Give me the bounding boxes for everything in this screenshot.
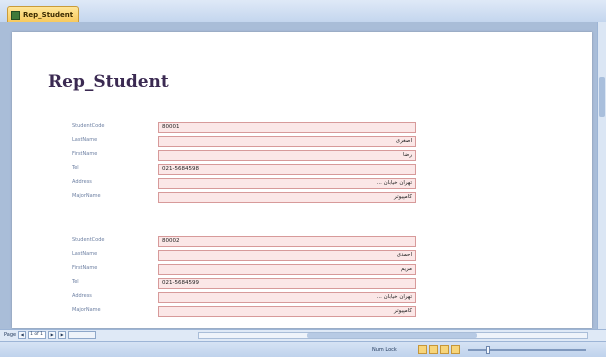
field-label-studentcode: StudentCode bbox=[72, 123, 105, 129]
horizontal-scroll-thumb[interactable] bbox=[307, 333, 477, 338]
field-label-majorname: MajorName bbox=[72, 193, 101, 199]
field-value-firstname[interactable]: مریم bbox=[158, 264, 416, 275]
field-value-tel[interactable]: 021-5684598 bbox=[158, 164, 416, 175]
field-label-lastname: LastName bbox=[72, 137, 98, 143]
print-preview-icon[interactable] bbox=[429, 345, 438, 354]
field-value-majorname[interactable]: کامپیوتر bbox=[158, 192, 416, 203]
field-label-studentcode: StudentCode bbox=[72, 237, 105, 243]
record-navigation-bar: Page ◀ 1 of 1 ▶ ▶ bbox=[0, 329, 606, 341]
vertical-scroll-thumb[interactable] bbox=[599, 77, 605, 117]
field-value-address[interactable]: تهران خیابان ... bbox=[158, 178, 416, 189]
design-view-icon[interactable] bbox=[451, 345, 460, 354]
first-page-button[interactable]: ◀ bbox=[18, 331, 27, 339]
field-value-studentcode[interactable]: 80002 bbox=[158, 236, 416, 247]
vertical-scrollbar[interactable] bbox=[597, 22, 606, 332]
document-tab-bar: Rep_Student bbox=[0, 0, 606, 23]
field-label-tel: Tel bbox=[72, 279, 79, 285]
report-tab[interactable]: Rep_Student bbox=[7, 6, 79, 23]
field-value-firstname[interactable]: رضا bbox=[158, 150, 416, 161]
report-page: Rep_Student StudentCode 80001 LastName اصغ… bbox=[12, 32, 592, 328]
field-label-address: Address bbox=[72, 293, 92, 299]
field-label-firstname: FirstName bbox=[72, 151, 98, 157]
page-number-field[interactable]: 1 of 1 bbox=[28, 331, 47, 339]
page-label: Page bbox=[4, 332, 17, 338]
field-value-address[interactable]: تهران خیابان ... bbox=[158, 292, 416, 303]
field-value-studentcode[interactable]: 80001 bbox=[158, 122, 416, 133]
report-icon bbox=[11, 10, 20, 20]
page-navigator: Page ◀ 1 of 1 ▶ ▶ bbox=[4, 331, 97, 339]
next-page-button[interactable]: ▶ bbox=[48, 331, 57, 339]
last-page-button[interactable]: ▶ bbox=[58, 331, 67, 339]
field-value-lastname[interactable]: اصغری bbox=[158, 136, 416, 147]
report-title: Rep_Student bbox=[48, 72, 169, 92]
layout-view-icon[interactable] bbox=[440, 345, 449, 354]
horizontal-scrollbar[interactable] bbox=[198, 332, 588, 339]
status-bar: Num Lock bbox=[0, 341, 606, 357]
filter-indicator[interactable] bbox=[68, 331, 97, 339]
field-label-majorname: MajorName bbox=[72, 307, 101, 313]
field-label-firstname: FirstName bbox=[72, 265, 98, 271]
field-label-address: Address bbox=[72, 179, 92, 185]
zoom-slider-thumb[interactable] bbox=[486, 346, 490, 354]
field-label-lastname: LastName bbox=[72, 251, 98, 257]
field-value-tel[interactable]: 021-5684599 bbox=[158, 278, 416, 289]
report-view-icon[interactable] bbox=[418, 345, 427, 354]
field-value-lastname[interactable]: احمدی bbox=[158, 250, 416, 261]
report-tab-label: Rep_Student bbox=[23, 11, 74, 19]
field-value-majorname[interactable]: کامپیوتر bbox=[158, 306, 416, 317]
num-lock-indicator: Num Lock bbox=[372, 347, 397, 353]
field-label-tel: Tel bbox=[72, 165, 79, 171]
